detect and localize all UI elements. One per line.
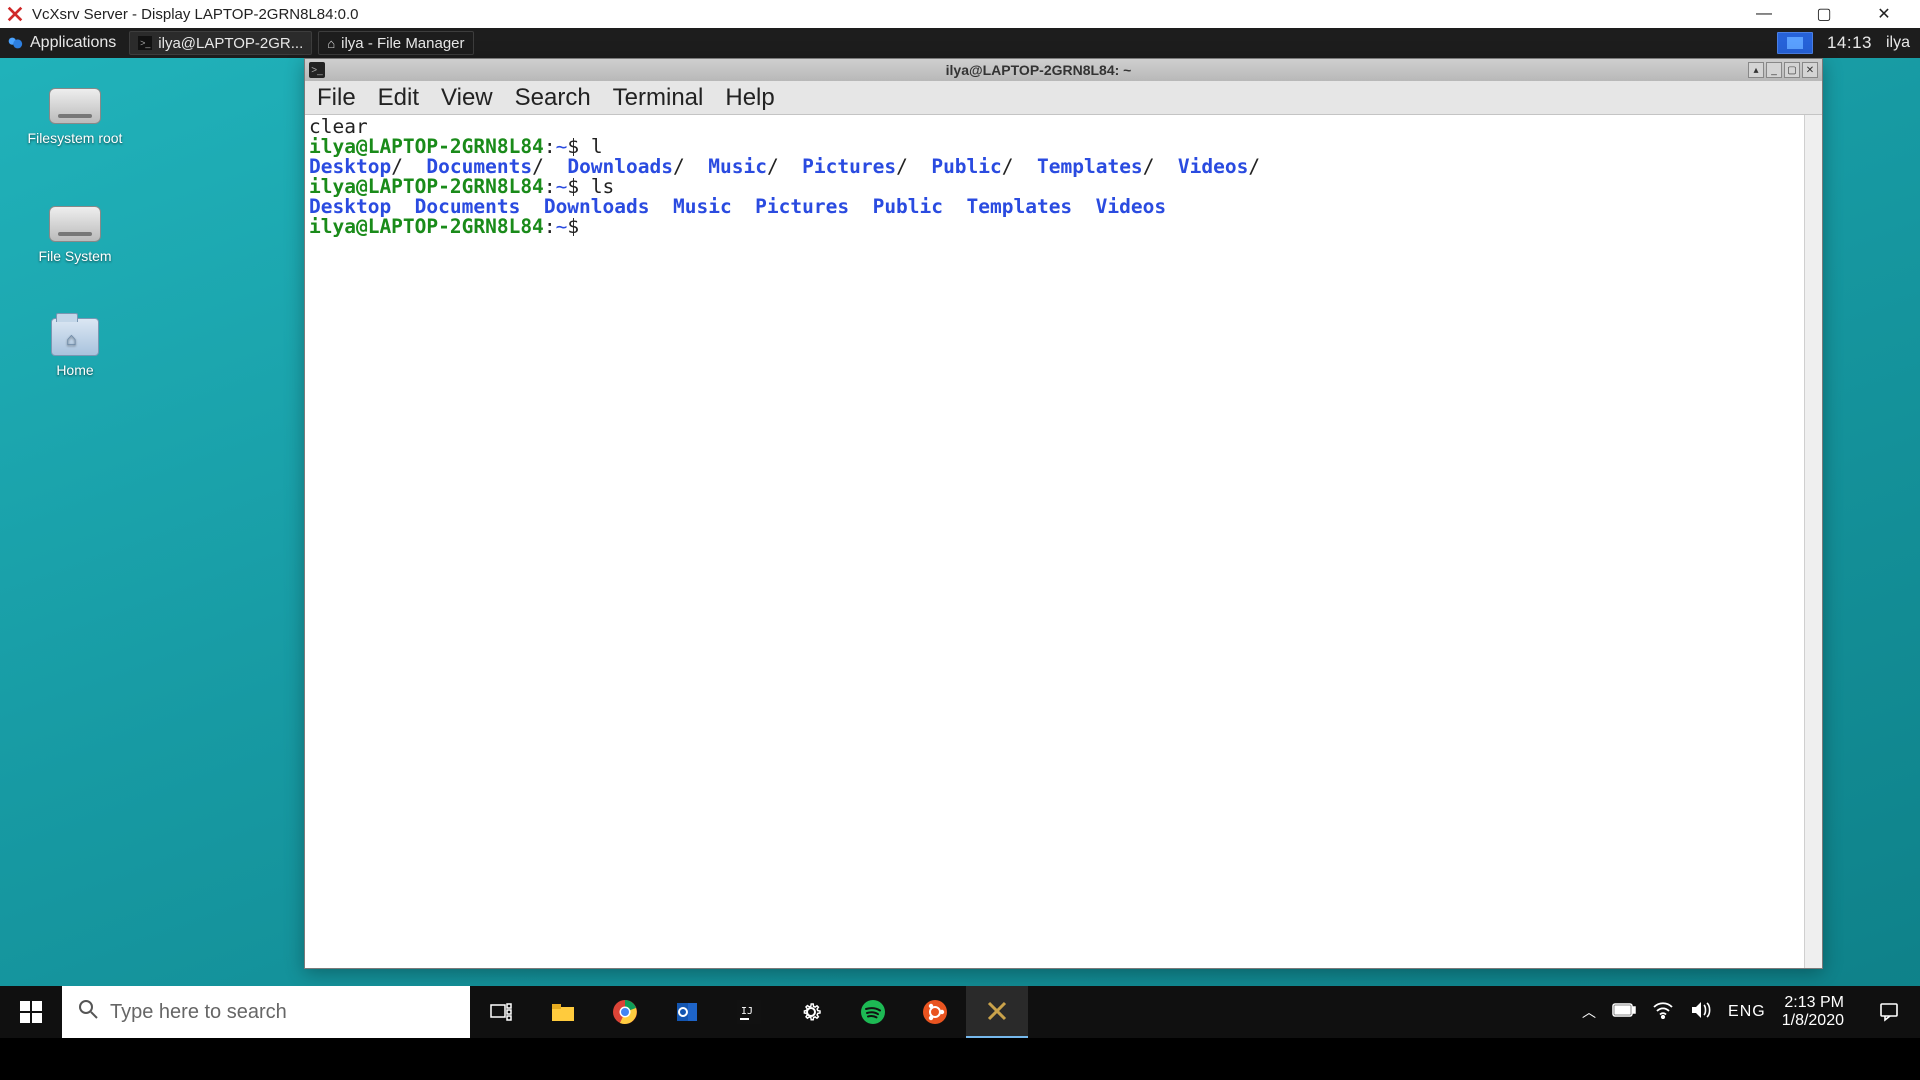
tray-battery-icon[interactable]	[1612, 1002, 1636, 1023]
xfce-top-panel: Applications >_ ilya@LAPTOP-2GR... ⌂ ily…	[0, 28, 1920, 58]
desktop-icon-label: Filesystem root	[20, 130, 130, 146]
menu-file[interactable]: File	[317, 84, 356, 112]
tray-time: 2:13 PM	[1782, 994, 1844, 1012]
panel-display-indicator[interactable]	[1777, 32, 1813, 54]
vcxsrv-icon	[6, 5, 24, 23]
desktop-icon-label: Home	[20, 362, 130, 378]
terminal-titlebar[interactable]: >_ ilya@LAPTOP-2GRN8L84: ~ ▴ _ ▢ ✕	[305, 59, 1822, 81]
xfce-logo-icon	[6, 34, 24, 52]
panel-clock[interactable]: 14:13	[1827, 33, 1872, 53]
terminal-window: >_ ilya@LAPTOP-2GRN8L84: ~ ▴ _ ▢ ✕ File …	[304, 58, 1823, 969]
tray-wifi-icon[interactable]	[1652, 1001, 1674, 1024]
taskbar-spotify-icon[interactable]	[842, 986, 904, 1038]
menu-help[interactable]: Help	[725, 84, 774, 112]
drive-icon	[49, 88, 101, 124]
tray-language[interactable]: ENG	[1728, 1003, 1766, 1021]
start-button[interactable]	[0, 986, 62, 1038]
panel-task-terminal[interactable]: >_ ilya@LAPTOP-2GR...	[129, 31, 312, 55]
close-button[interactable]: ✕	[1854, 0, 1914, 28]
desktop-icon-label: File System	[20, 248, 130, 264]
svg-text:IJ: IJ	[741, 1006, 753, 1017]
desktop-icon-file-system[interactable]: File System	[20, 206, 130, 264]
terminal-menubar: File Edit View Search Terminal Help	[305, 81, 1822, 115]
taskbar-search-placeholder: Type here to search	[110, 1001, 287, 1024]
task-view-button[interactable]	[470, 986, 532, 1038]
taskbar-settings-icon[interactable]	[780, 986, 842, 1038]
taskbar-search[interactable]: Type here to search	[62, 986, 470, 1038]
home-icon: ⌂	[327, 36, 335, 51]
terminal-icon: >_	[309, 62, 325, 78]
panel-task-label: ilya - File Manager	[341, 35, 464, 52]
menu-edit[interactable]: Edit	[378, 84, 419, 112]
terminal-scrollbar[interactable]	[1804, 115, 1822, 968]
minimize-button[interactable]: _	[1766, 62, 1782, 78]
close-button[interactable]: ✕	[1802, 62, 1818, 78]
host-window-title: VcXsrv Server - Display LAPTOP-2GRN8L84:…	[32, 6, 359, 23]
host-window-titlebar: VcXsrv Server - Display LAPTOP-2GRN8L84:…	[0, 0, 1920, 28]
windows-taskbar: Type here to search IJ ︿ ENG 2:13 PM 1/8…	[0, 986, 1920, 1038]
taskbar-vcxsrv-icon[interactable]	[966, 986, 1028, 1038]
maximize-button[interactable]: ▢	[1794, 0, 1854, 28]
tray-date: 1/8/2020	[1782, 1012, 1844, 1030]
terminal-icon: >_	[138, 36, 152, 50]
tray-clock[interactable]: 2:13 PM 1/8/2020	[1782, 994, 1848, 1030]
drive-icon	[49, 206, 101, 242]
applications-menu-label: Applications	[30, 34, 116, 52]
terminal-output[interactable]: clear ilya@LAPTOP-2GRN8L84:~$ l Desktop/…	[305, 115, 1804, 968]
panel-task-file-manager[interactable]: ⌂ ilya - File Manager	[318, 31, 473, 55]
panel-task-label: ilya@LAPTOP-2GR...	[158, 35, 303, 52]
menu-view[interactable]: View	[441, 84, 493, 112]
taskbar-outlook-icon[interactable]	[656, 986, 718, 1038]
desktop-icon-home[interactable]: ⌂ Home	[20, 318, 130, 378]
taskbar-intellij-icon[interactable]: IJ	[718, 986, 780, 1038]
shade-button[interactable]: ▴	[1748, 62, 1764, 78]
minimize-button[interactable]: —	[1734, 0, 1794, 28]
desktop-icon-filesystem-root[interactable]: Filesystem root	[20, 88, 130, 146]
terminal-title: ilya@LAPTOP-2GRN8L84: ~	[331, 62, 1746, 78]
taskbar-file-explorer-icon[interactable]	[532, 986, 594, 1038]
xfce-desktop[interactable]: Applications >_ ilya@LAPTOP-2GR... ⌂ ily…	[0, 28, 1920, 1038]
tray-notifications-icon[interactable]	[1864, 1001, 1914, 1023]
tray-volume-icon[interactable]	[1690, 1000, 1712, 1025]
taskbar-chrome-icon[interactable]	[594, 986, 656, 1038]
search-icon	[78, 999, 98, 1025]
applications-menu[interactable]: Applications	[0, 28, 126, 58]
menu-terminal[interactable]: Terminal	[613, 84, 704, 112]
tray-overflow-icon[interactable]: ︿	[1582, 1002, 1596, 1022]
terminal-body[interactable]: clear ilya@LAPTOP-2GRN8L84:~$ l Desktop/…	[305, 115, 1822, 968]
folder-icon: ⌂	[51, 318, 99, 356]
maximize-button[interactable]: ▢	[1784, 62, 1800, 78]
menu-search[interactable]: Search	[515, 84, 591, 112]
panel-user-menu[interactable]: ilya	[1886, 34, 1910, 52]
taskbar-ubuntu-icon[interactable]	[904, 986, 966, 1038]
